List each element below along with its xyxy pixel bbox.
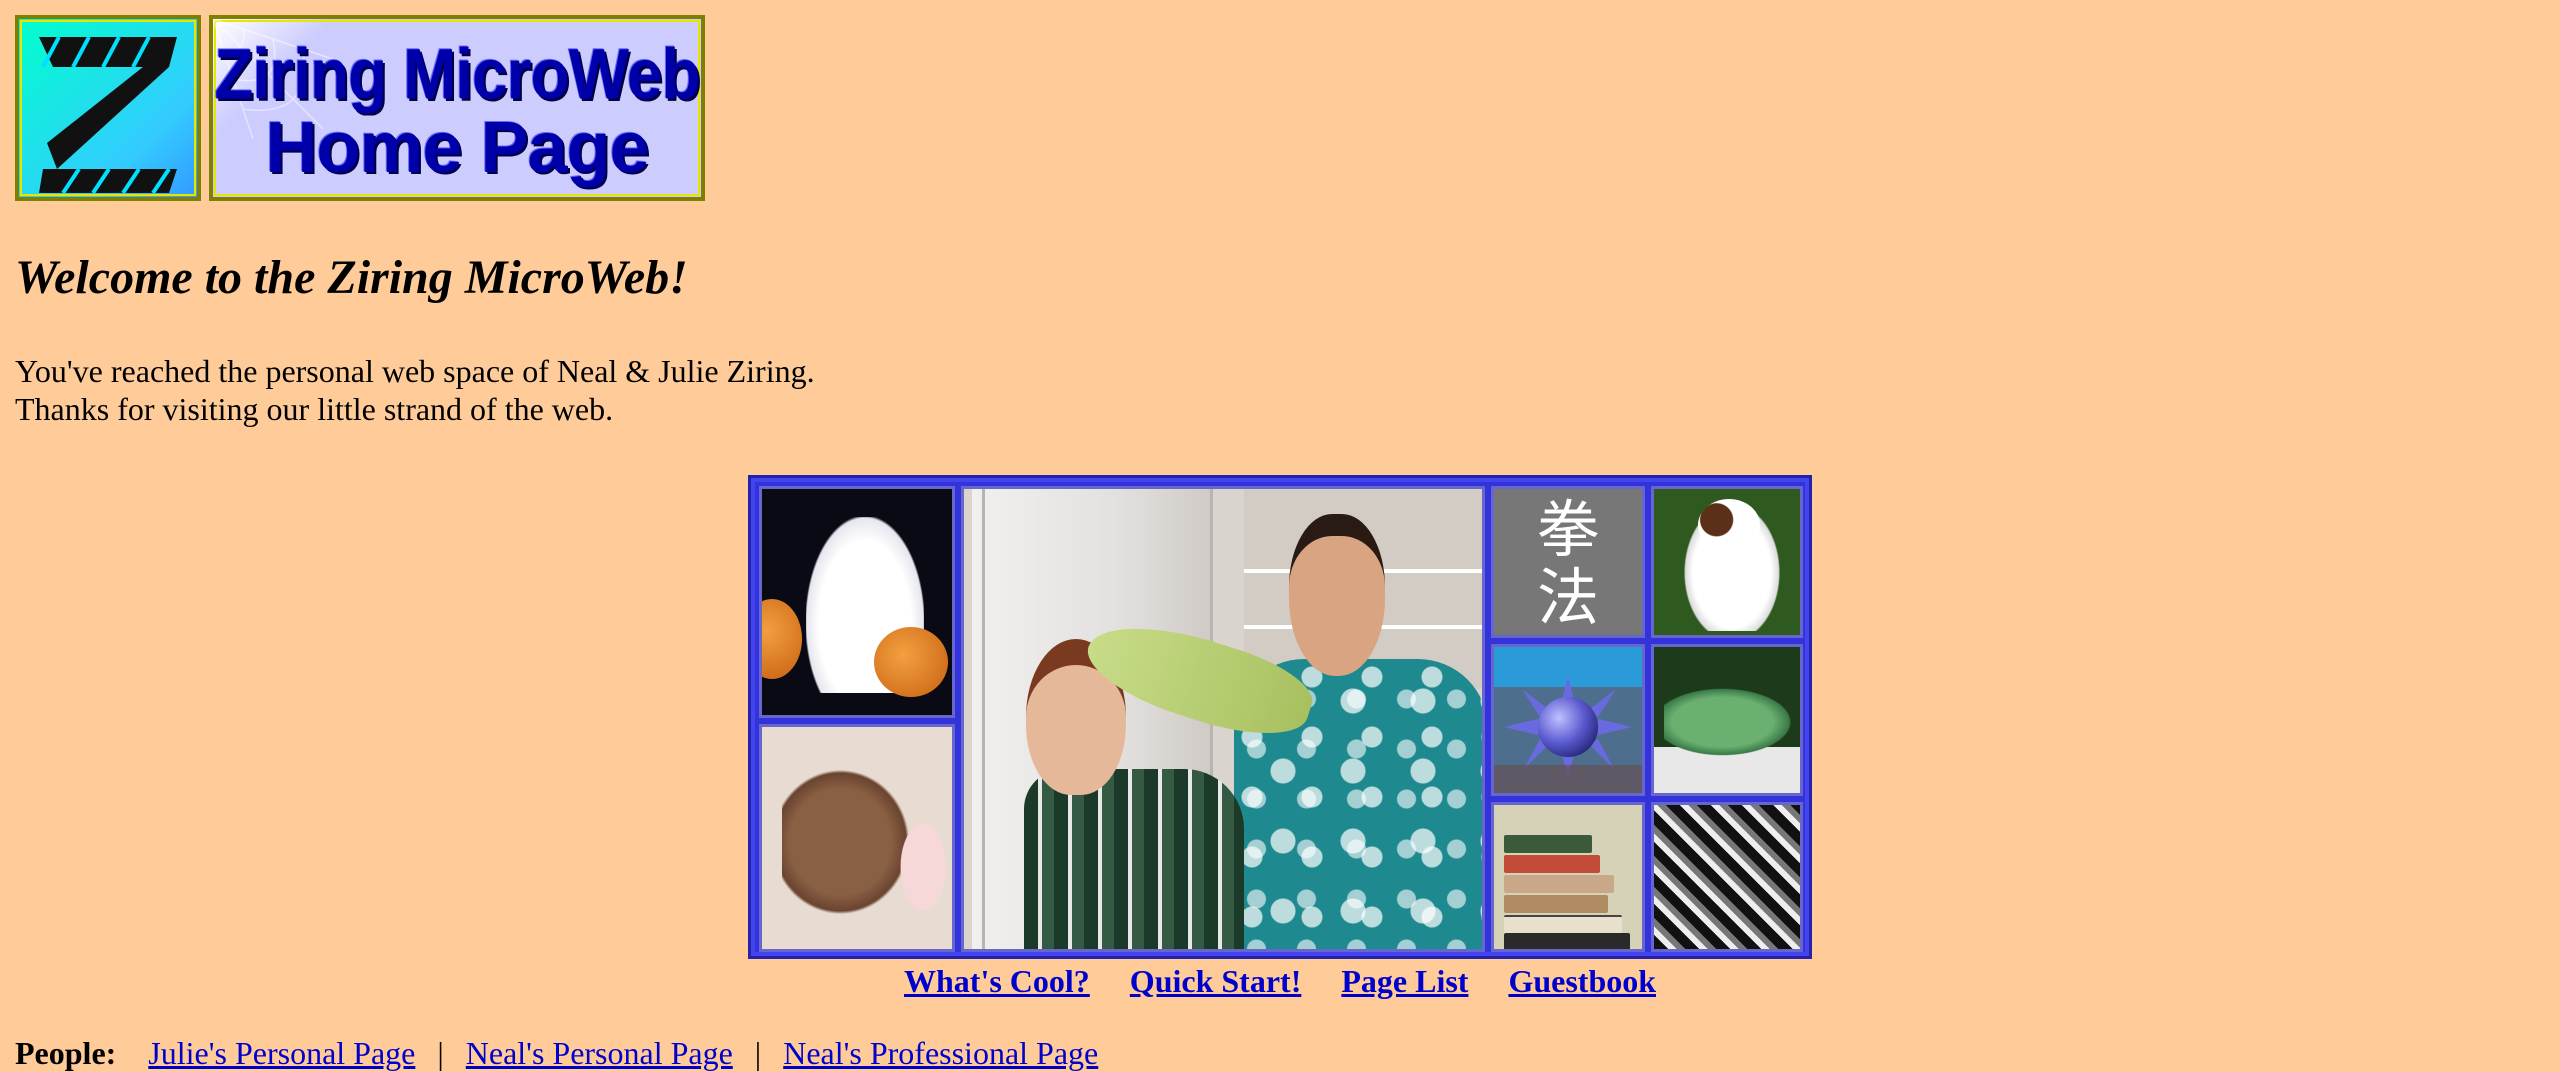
neal-personal-page-link[interactable]: Neal's Personal Page [466,1035,733,1071]
book-2 [1504,855,1600,873]
stuffed-toy [897,817,949,917]
book-5 [1504,915,1622,935]
pumpkin-right [874,627,948,697]
book-3 [1504,875,1614,893]
julie-personal-page-link[interactable]: Julie's Personal Page [148,1035,415,1071]
escher-pattern-tile[interactable] [1651,802,1803,952]
people-links-row: People: Julie's Personal Page | Neal's P… [15,1035,1098,1072]
header-logos: Ziring MicroWeb Home Page [15,15,705,201]
neal-head [1289,514,1385,676]
page-title: Welcome to the Ziring MicroWeb! [15,251,688,304]
brown-cat-photo[interactable] [759,724,955,952]
julie-shirt [1024,769,1244,949]
page-list-link[interactable]: Page List [1341,963,1468,1000]
quick-start-link[interactable]: Quick Start! [1130,963,1302,1000]
books-tile[interactable] [1491,802,1645,952]
spiked-sphere-icon [1494,677,1642,793]
photo-collage-imagemap[interactable]: 拳 法 [748,475,1812,959]
kanji-top: 拳 [1536,493,1599,566]
z-logo-graphic [39,36,177,195]
pumpkin-left [762,599,802,679]
main-nav: What's Cool? Quick Start! Page List Gues… [904,963,1656,1000]
book-1 [1504,835,1592,853]
whats-cool-link[interactable]: What's Cool? [904,963,1090,1000]
brown-cat [782,767,912,917]
book-6 [1504,933,1630,949]
guestbook-link[interactable]: Guestbook [1508,963,1656,1000]
lizard-photo[interactable] [1651,644,1803,796]
door-edge [982,489,985,949]
spiked-sphere-tile[interactable] [1491,644,1645,796]
people-label: People: [15,1035,117,1071]
z-logo-image [15,15,201,201]
lizard [1664,687,1794,757]
kenpo-kanji-tile[interactable]: 拳 法 [1491,486,1645,638]
neal-professional-page-link[interactable]: Neal's Professional Page [783,1035,1098,1071]
dog-photo[interactable] [1651,486,1803,638]
neal-julie-photo[interactable] [961,486,1485,952]
book-4 [1504,895,1608,913]
white-cat-photo[interactable] [759,486,955,718]
escher-pattern [1654,805,1800,949]
kanji-bottom: 法 [1536,561,1599,634]
intro-line-1: You've reached the personal web space of… [15,353,815,389]
dog-head [1698,499,1760,551]
separator: | [754,1035,762,1071]
banner-title: Ziring MicroWeb [214,33,700,115]
separator: | [437,1035,444,1071]
banner-subtitle: Home Page [265,108,649,188]
intro-text: You've reached the personal web space of… [15,352,815,428]
intro-line-2: Thanks for visiting our little strand of… [15,391,614,427]
home-page-banner-image: Ziring MicroWeb Home Page [209,15,705,201]
